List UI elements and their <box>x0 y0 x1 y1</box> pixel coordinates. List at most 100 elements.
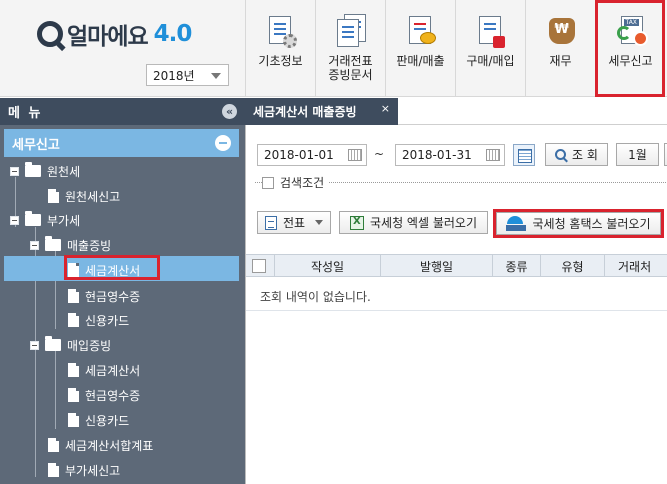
folder-icon <box>25 211 41 226</box>
tree-item-label: 매출증빙 <box>67 238 112 253</box>
toolbar-label: 판매/매출 <box>396 54 445 68</box>
top-bar: 얼마에요 4.0 2018년 기초정보 거래전표 증빙문서 판매/매출 구매/매… <box>0 0 667 97</box>
tree-item-purchase-credit-card[interactable]: 신용카드 <box>68 409 129 431</box>
collapse-icon[interactable]: « <box>222 104 237 119</box>
logo-version: 4.0 <box>153 21 193 47</box>
excel-icon <box>350 215 364 230</box>
voucher-label: 전표 <box>282 216 306 230</box>
file-icon <box>68 413 79 427</box>
logo-q-icon <box>37 21 63 47</box>
tree-item-label: 세금계산서 <box>85 363 141 378</box>
file-icon <box>48 438 59 452</box>
tree-item-sales-cash-receipt[interactable]: 현금영수증 <box>68 285 140 307</box>
file-icon <box>48 189 59 203</box>
date-to-input[interactable]: 2018-01-31 <box>395 144 505 166</box>
sidebar-title: 메 뉴 <box>8 106 43 121</box>
tree-item-withholding-report[interactable]: 원천세신고 <box>48 185 120 207</box>
grid-select-all[interactable] <box>246 255 275 277</box>
folder-icon <box>25 162 41 177</box>
year-select-value: 2018년 <box>153 68 195 83</box>
toolbar-basic-info-button[interactable]: 기초정보 <box>245 0 315 97</box>
toolbar-label: 거래전표 증빙문서 <box>328 54 373 82</box>
main-toolbar: 기초정보 거래전표 증빙문서 판매/매출 구매/매입 ₩ 재무 TAX 세무신고 <box>245 0 665 97</box>
column-header[interactable]: 작성일 <box>275 255 381 277</box>
tree-item-vat[interactable]: 부가세 <box>10 209 80 231</box>
file-icon <box>68 313 79 327</box>
file-icon <box>68 388 79 402</box>
category-label: 세무신고 <box>12 137 60 153</box>
tree-item-label: 세금계산서합계표 <box>65 438 154 453</box>
month-button[interactable]: 1월 <box>616 143 659 166</box>
tree-item-label: 매입증빙 <box>67 338 112 353</box>
toolbar-label: 세무신고 <box>608 54 653 68</box>
date-to-value: 2018-01-31 <box>402 148 472 162</box>
column-header[interactable]: 종류 <box>493 255 541 277</box>
collapse-box-icon[interactable] <box>30 340 39 350</box>
year-select[interactable]: 2018년 <box>146 64 229 86</box>
tree-item-tax-invoice-summary[interactable]: 세금계산서합계표 <box>48 434 153 456</box>
file-icon <box>68 363 79 377</box>
tax-doc-icon: TAX <box>614 14 648 48</box>
sidebar-menu: 세무신고 원천세 원천세신고 부가세 매출증빙 세금계산서 현금영수증 신용카드 <box>0 125 245 484</box>
excel-import-button[interactable]: 국세청 엑셀 불러오기 <box>339 211 488 234</box>
tree-item-label: 부가세 <box>47 213 81 228</box>
folder-icon <box>45 236 61 251</box>
logo-name: 얼마에요 <box>67 24 149 50</box>
toolbar-finance-button[interactable]: 재무 <box>525 0 595 97</box>
date-from-input[interactable]: 2018-01-01 <box>257 144 367 166</box>
tree-item-label: 현금영수증 <box>85 289 141 304</box>
folder-icon <box>45 336 61 351</box>
column-header[interactable]: 유형 <box>541 255 605 277</box>
voucher-dropdown-button[interactable]: 전표 <box>257 211 331 234</box>
calendar-icon[interactable] <box>486 149 500 161</box>
date-range-separator: ~ <box>374 147 385 161</box>
tree-item-label: 원천세신고 <box>65 189 121 204</box>
calendar-icon[interactable] <box>348 149 362 161</box>
checkbox[interactable] <box>252 259 266 273</box>
tree-item-sales-credit-card[interactable]: 신용카드 <box>68 309 129 331</box>
chevron-down-icon <box>211 73 221 79</box>
row-divider <box>246 310 667 311</box>
column-header[interactable]: 발행일 <box>381 255 493 277</box>
voucher-icon <box>264 215 277 230</box>
search-condition-toggle[interactable]: 검색조건 <box>262 174 329 191</box>
purchase-doc-icon <box>474 14 508 48</box>
toolbar-voucher-button[interactable]: 거래전표 증빙문서 <box>315 0 385 97</box>
excel-import-label: 국세청 엑셀 불러오기 <box>370 216 477 230</box>
minus-icon[interactable] <box>215 135 231 151</box>
tab-sales-tax-invoice[interactable]: 세금계산서 매출증빙 × <box>245 98 398 125</box>
toolbar-purchase-button[interactable]: 구매/매입 <box>455 0 525 97</box>
close-icon[interactable]: × <box>381 102 390 115</box>
toolbar-sales-button[interactable]: 판매/매출 <box>385 0 455 97</box>
tree-item-withholding[interactable]: 원천세 <box>10 160 80 182</box>
settings-doc-icon <box>264 14 298 48</box>
toolbar-tax-report-button[interactable]: TAX 세무신고 <box>595 0 665 97</box>
file-icon <box>68 289 79 303</box>
tree-item-purchase-cash-receipt[interactable]: 현금영수증 <box>68 384 140 406</box>
collapse-box-icon[interactable] <box>30 240 39 250</box>
tree-item-label: 현금영수증 <box>85 388 141 403</box>
tree-item-purchase-tax-invoice[interactable]: 세금계산서 <box>68 359 140 381</box>
toolbar-label: 구매/매입 <box>466 54 515 68</box>
highlight-frame <box>64 255 160 280</box>
column-header[interactable]: 거래처 <box>605 255 667 277</box>
chevron-down-icon <box>315 220 324 225</box>
search-button[interactable]: 조 회 <box>545 143 608 166</box>
main-panel: 2018-01-01 ~ 2018-01-31 조 회 1월 검색조건 전표 국… <box>245 125 667 484</box>
tree-item-sales-proof[interactable]: 매출증빙 <box>30 234 111 256</box>
collapse-box-icon[interactable] <box>10 215 19 225</box>
voucher-doc-icon <box>334 14 368 48</box>
money-bag-icon <box>544 14 578 48</box>
app-logo: 얼마에요 4.0 <box>37 19 193 50</box>
grid-header: 작성일 발행일 종류 유형 거래처 <box>246 254 667 277</box>
tree-item-label: 부가세신고 <box>65 463 121 478</box>
checkbox[interactable] <box>262 176 274 189</box>
tree-item-label: 원천세 <box>47 164 81 179</box>
sidebar-category-tax-report[interactable]: 세무신고 <box>4 129 239 157</box>
tree-item-purchase-proof[interactable]: 매입증빙 <box>30 334 111 356</box>
tree-item-vat-report[interactable]: 부가세신고 <box>48 459 120 481</box>
toolbar-label: 재무 <box>549 54 572 68</box>
calendar-picker-button[interactable] <box>513 144 535 166</box>
search-icon <box>555 149 567 160</box>
collapse-box-icon[interactable] <box>10 166 19 176</box>
